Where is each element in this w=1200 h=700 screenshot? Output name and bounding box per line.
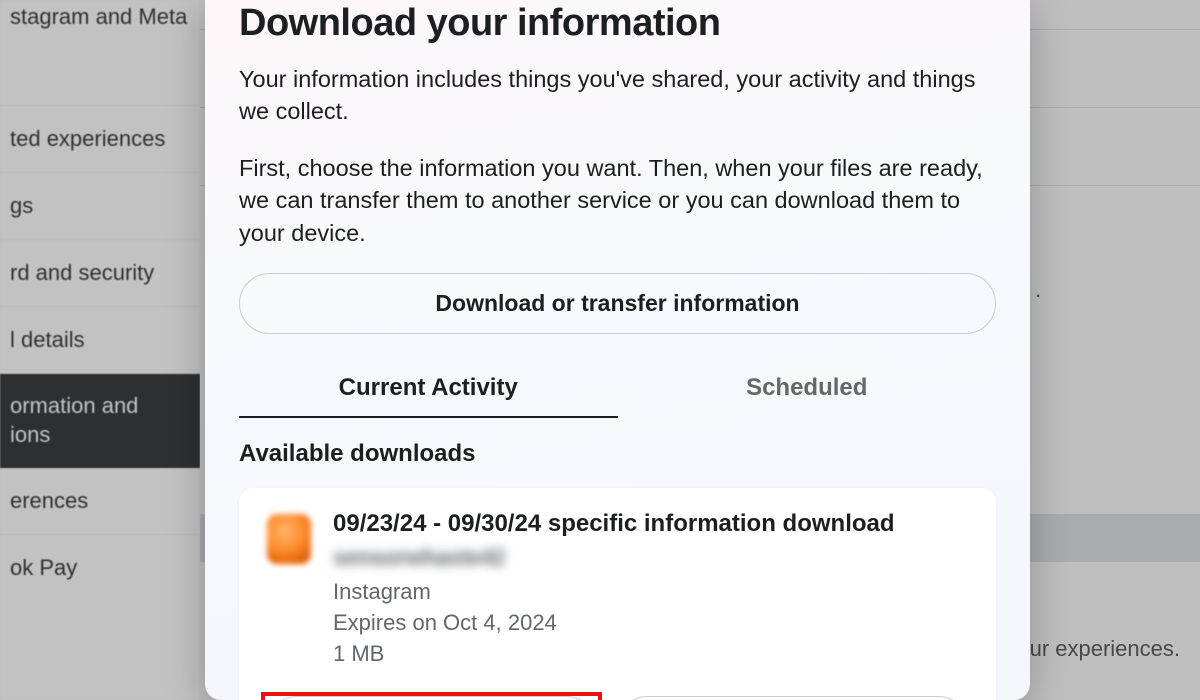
download-item-platform: Instagram <box>333 577 968 608</box>
card-content: 09/23/24 - 09/30/24 specific information… <box>267 510 968 669</box>
modal-title: Download your information <box>239 2 996 45</box>
modal-description-1: Your information includes things you've … <box>239 63 996 128</box>
delete-button[interactable]: Delete <box>618 696 969 700</box>
modal-description-2: First, choose the information you want. … <box>239 152 996 249</box>
tab-scheduled[interactable]: Scheduled <box>618 364 997 418</box>
card-actions: Download Delete <box>267 696 968 700</box>
tabs-container: Current Activity Scheduled <box>239 364 996 418</box>
available-downloads-heading: Available downloads <box>239 440 996 468</box>
download-or-transfer-button[interactable]: Download or transfer information <box>239 273 996 334</box>
download-item-username: sensorwhaste42 <box>333 544 968 571</box>
download-item-card: 09/23/24 - 09/30/24 specific information… <box>239 488 996 700</box>
download-item-size: 1 MB <box>333 639 968 670</box>
download-button-highlight: Download <box>267 696 596 700</box>
download-info-modal: Download your information Your informati… <box>205 0 1030 700</box>
download-item-expires: Expires on Oct 4, 2024 <box>333 608 968 639</box>
download-button[interactable]: Download <box>267 696 596 700</box>
card-info: 09/23/24 - 09/30/24 specific information… <box>333 510 968 669</box>
download-item-title: 09/23/24 - 09/30/24 specific information… <box>333 510 968 538</box>
tab-current-activity[interactable]: Current Activity <box>239 364 618 418</box>
avatar <box>267 514 311 564</box>
